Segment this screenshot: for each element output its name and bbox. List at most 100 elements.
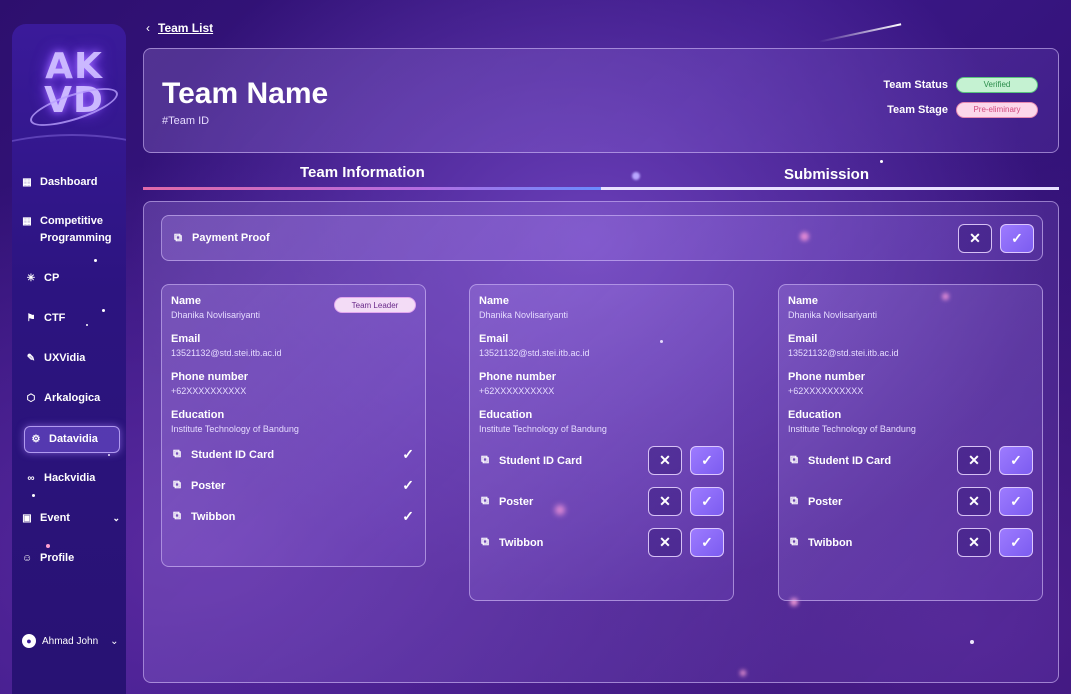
breadcrumb-team-list-link[interactable]: Team List	[158, 21, 213, 35]
pen-icon: ✎	[26, 353, 36, 364]
document-label[interactable]: Student ID Card	[191, 449, 394, 461]
email-label: Email	[171, 333, 201, 345]
chevron-left-icon[interactable]: ‹	[146, 21, 150, 35]
tab-inactive-indicator	[601, 187, 1059, 190]
check-icon: ✓	[1010, 493, 1022, 509]
member-name: Dhanika Novlisariyanti	[788, 310, 878, 320]
reject-button[interactable]: ✕	[648, 446, 682, 475]
reject-button[interactable]: ✕	[957, 528, 991, 557]
document-label[interactable]: Student ID Card	[499, 455, 640, 467]
sidebar-item-label: UXVidia	[44, 352, 86, 364]
sidebar-item-competitive-programming[interactable]: ▦ Competitive Programming	[22, 213, 120, 247]
document-label[interactable]: Twibbon	[808, 537, 949, 549]
approve-button[interactable]: ✓	[690, 528, 724, 557]
avatar: ●	[22, 634, 36, 648]
sidebar-item-profile[interactable]: ☺ Profile	[22, 550, 120, 567]
team-status-label: Team Status	[883, 79, 948, 91]
sidebar-item-datavidia[interactable]: ⚙ Datavidia	[24, 426, 120, 453]
sidebar-item-label: Arkalogica	[44, 392, 101, 404]
member-education: Institute Technology of Bandung	[171, 424, 299, 434]
reject-button[interactable]: ✕	[957, 446, 991, 475]
document-actions: ✕ ✓	[648, 528, 724, 557]
logo: AK VD	[26, 49, 122, 150]
approve-button[interactable]: ✓	[999, 487, 1033, 516]
external-link-icon[interactable]: ⧉	[788, 495, 800, 508]
breadcrumb: ‹ Team List	[146, 21, 213, 35]
team-header-card: Team Name #Team ID Team Status Verified …	[143, 48, 1059, 153]
external-link-icon[interactable]: ⧉	[171, 479, 183, 492]
sidebar-item-label: CP	[44, 272, 60, 284]
close-icon: ✕	[968, 534, 980, 550]
member-name: Dhanika Novlisariyanti	[479, 310, 569, 320]
sidebar-item-label: Profile	[40, 552, 75, 564]
close-icon: ✕	[659, 452, 671, 468]
member-education: Institute Technology of Bandung	[788, 424, 916, 434]
external-link-icon[interactable]: ⧉	[479, 536, 491, 549]
check-icon: ✓	[701, 493, 713, 509]
sidebar-item-ctf[interactable]: ⚑ CTF	[26, 310, 124, 327]
sparkle-icon: ✳	[26, 273, 36, 284]
document-label[interactable]: Poster	[191, 480, 394, 492]
external-link-icon[interactable]: ⧉	[171, 510, 183, 523]
member-card: Name Dhanika Novlisariyanti Email 135211…	[469, 284, 734, 601]
approve-button[interactable]: ✓	[690, 487, 724, 516]
sidebar-item-hackvidia[interactable]: ∞ Hackvidia	[26, 470, 124, 487]
reject-button[interactable]: ✕	[957, 487, 991, 516]
sidebar-item-event[interactable]: ▣ Event ⌄	[22, 510, 120, 527]
sidebar-item-arkalogica[interactable]: ⬡ Arkalogica	[26, 390, 124, 407]
check-icon: ✓	[402, 477, 414, 493]
approve-button[interactable]: ✓	[690, 446, 724, 475]
document-actions: ✕ ✓	[648, 446, 724, 475]
document-label[interactable]: Twibbon	[191, 511, 394, 523]
tab-team-information[interactable]: Team Information	[300, 164, 425, 181]
approve-button[interactable]: ✓	[999, 446, 1033, 475]
document-row: ⧉ Student ID Card ✕ ✓	[479, 446, 724, 475]
user-name: Ahmad John	[42, 635, 99, 647]
close-icon: ✕	[968, 493, 980, 509]
sidebar-item-cp[interactable]: ✳ CP	[26, 270, 124, 287]
member-card: Name Dhanika Novlisariyanti Email 135211…	[778, 284, 1043, 601]
team-stage-row: Team Stage Pre-eliminary	[887, 102, 1038, 118]
email-label: Email	[788, 333, 818, 345]
document-label[interactable]: Twibbon	[499, 537, 640, 549]
check-icon: ✓	[701, 452, 713, 468]
close-icon: ✕	[969, 229, 981, 246]
reject-button[interactable]: ✕	[648, 487, 682, 516]
grid-icon: ▦	[22, 216, 32, 227]
tabs: Team Information Submission	[143, 164, 1059, 192]
document-label[interactable]: Poster	[808, 496, 949, 508]
document-row: ⧉ Poster ✕ ✓	[788, 487, 1033, 516]
shooting-star	[818, 23, 902, 43]
check-icon: ✓	[402, 508, 414, 524]
document-label[interactable]: Student ID Card	[808, 455, 949, 467]
close-icon: ✕	[659, 534, 671, 550]
user-menu[interactable]: ● Ahmad John ⌄	[22, 634, 119, 648]
check-icon: ✓	[402, 446, 414, 462]
external-link-icon[interactable]: ⧉	[171, 448, 183, 461]
document-actions: ✕ ✓	[957, 446, 1033, 475]
approve-button[interactable]: ✓	[1000, 223, 1034, 253]
reject-button[interactable]: ✕	[648, 528, 682, 557]
payment-proof-label[interactable]: Payment Proof	[192, 232, 950, 244]
sidebar-item-label: CTF	[44, 312, 66, 324]
external-link-icon[interactable]: ⧉	[479, 495, 491, 508]
external-link-icon[interactable]: ⧉	[788, 454, 800, 467]
reject-button[interactable]: ✕	[958, 223, 992, 253]
external-link-icon[interactable]: ⧉	[788, 536, 800, 549]
external-link-icon[interactable]: ⧉	[172, 232, 184, 245]
member-phone: +62XXXXXXXXXX	[171, 386, 247, 396]
member-email: 13521132@std.stei.itb.ac.id	[171, 348, 282, 358]
flag-icon: ⚑	[26, 313, 36, 324]
document-actions: ✕ ✓	[957, 487, 1033, 516]
infinity-icon: ∞	[27, 473, 35, 484]
external-link-icon[interactable]: ⧉	[479, 454, 491, 467]
sidebar-item-uxvidia[interactable]: ✎ UXVidia	[26, 350, 124, 367]
approve-button[interactable]: ✓	[999, 528, 1033, 557]
document-row: ⧉ Student ID Card ✕ ✓	[788, 446, 1033, 475]
status-badge: Verified	[956, 77, 1038, 93]
document-label[interactable]: Poster	[499, 496, 640, 508]
tab-submission[interactable]: Submission	[784, 166, 869, 183]
sidebar-item-dashboard[interactable]: ▦ Dashboard	[22, 174, 120, 191]
team-name: Team Name	[162, 77, 329, 110]
phone-label: Phone number	[171, 371, 249, 383]
